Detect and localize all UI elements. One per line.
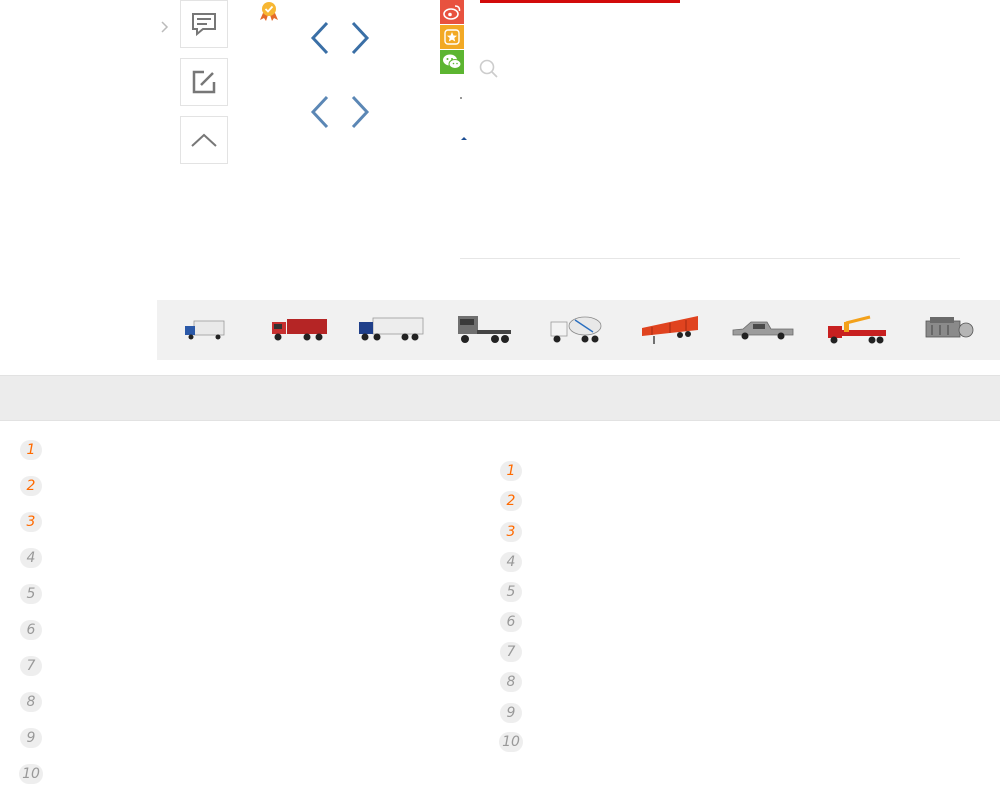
category-crane-truck[interactable] bbox=[817, 300, 897, 360]
search-icon[interactable] bbox=[478, 58, 500, 80]
rank-number: 7 bbox=[20, 656, 42, 676]
category-dump-truck[interactable] bbox=[259, 300, 339, 360]
category-box-truck[interactable] bbox=[351, 300, 431, 360]
semi-trailer-icon bbox=[642, 316, 698, 344]
category-tractor-head[interactable] bbox=[445, 300, 525, 360]
tractor-head-icon bbox=[458, 316, 511, 343]
chevron-up-icon bbox=[191, 133, 217, 147]
edit-button[interactable] bbox=[180, 58, 228, 106]
share-favorite-button[interactable] bbox=[440, 25, 464, 49]
rank-number: 7 bbox=[500, 642, 522, 662]
comment-button[interactable] bbox=[180, 0, 228, 48]
engine-icon bbox=[925, 317, 974, 338]
rank-number: 4 bbox=[500, 552, 522, 572]
rank-number: 9 bbox=[20, 728, 42, 748]
favorite-star-icon bbox=[444, 29, 460, 45]
category-light-truck[interactable] bbox=[165, 300, 245, 360]
rank-number: 10 bbox=[19, 764, 43, 784]
category-mixer-truck[interactable] bbox=[537, 300, 617, 360]
carousel-prev-icon[interactable] bbox=[308, 20, 332, 56]
carousel-next-icon[interactable] bbox=[348, 94, 372, 130]
edit-icon bbox=[192, 70, 216, 94]
rank-number: 1 bbox=[20, 440, 42, 460]
rank-number: 5 bbox=[20, 584, 42, 604]
rank-number: 10 bbox=[499, 732, 523, 752]
box-truck-icon bbox=[359, 317, 424, 341]
wechat-icon bbox=[443, 54, 462, 69]
crane-truck-icon bbox=[828, 315, 886, 344]
pickup-truck-icon bbox=[732, 321, 794, 340]
light-truck-icon bbox=[185, 320, 225, 340]
vehicle-category-strip bbox=[157, 300, 1000, 360]
rank-number: 5 bbox=[500, 582, 522, 602]
rank-number: 3 bbox=[20, 512, 42, 532]
category-semi-trailer[interactable] bbox=[631, 300, 711, 360]
caret-up-icon bbox=[461, 137, 467, 140]
rank-number: 1 bbox=[500, 461, 522, 481]
rank-number: 6 bbox=[20, 620, 42, 640]
bullet-dot bbox=[460, 97, 462, 99]
rank-number: 8 bbox=[20, 692, 42, 712]
back-to-top-button[interactable] bbox=[180, 116, 228, 164]
rank-number: 4 bbox=[20, 548, 42, 568]
rank-number: 2 bbox=[500, 491, 522, 511]
rank-number: 8 bbox=[500, 672, 522, 692]
rank-number: 6 bbox=[500, 612, 522, 632]
category-pickup-truck[interactable] bbox=[723, 300, 803, 360]
share-wechat-button[interactable] bbox=[440, 50, 464, 74]
chevron-right-icon[interactable] bbox=[158, 16, 172, 38]
category-engine[interactable] bbox=[909, 300, 989, 360]
carousel-next-icon[interactable] bbox=[348, 20, 372, 56]
weibo-icon bbox=[443, 5, 461, 20]
carousel-prev-icon[interactable] bbox=[308, 94, 332, 130]
section-header-band bbox=[0, 375, 1000, 421]
share-weibo-button[interactable] bbox=[440, 0, 464, 24]
active-tab-indicator bbox=[480, 0, 680, 3]
rank-number: 2 bbox=[20, 476, 42, 496]
certified-badge-icon bbox=[260, 2, 278, 21]
comment-icon bbox=[192, 13, 216, 37]
mixer-truck-icon bbox=[550, 316, 602, 343]
rank-number: 3 bbox=[500, 522, 522, 542]
rank-number: 9 bbox=[500, 703, 522, 723]
dump-truck-icon bbox=[272, 319, 327, 341]
divider bbox=[460, 258, 960, 259]
